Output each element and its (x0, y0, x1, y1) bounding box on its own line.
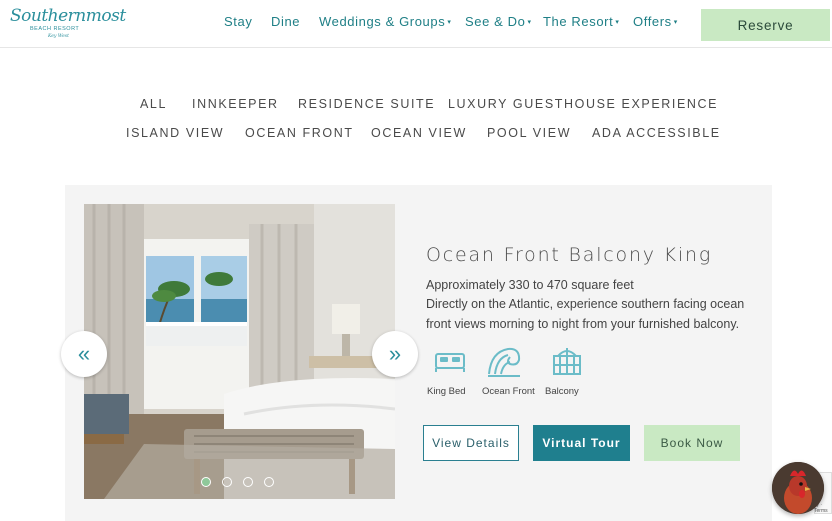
room-description-line-1: Directly on the Atlantic, experience sou… (426, 297, 745, 311)
logo-subtitle: BEACH RESORT (30, 26, 80, 32)
nav-stay-label: Stay (224, 14, 253, 29)
nav-offers-label: Offers (633, 14, 672, 29)
room-photo-illustration (84, 204, 395, 499)
carousel-dot-2[interactable] (222, 477, 232, 487)
nav-dine-label: Dine (271, 14, 301, 29)
carousel-dot-4[interactable] (264, 477, 274, 487)
carousel-next-button[interactable]: » (372, 331, 418, 377)
resort-logo[interactable]: Southernmost BEACH RESORT Key West (10, 6, 126, 42)
nav-stay[interactable]: Stay (224, 14, 252, 29)
carousel-dot-3[interactable] (243, 477, 253, 487)
logo-wordmark: Southernmost (10, 6, 126, 26)
nav-the-resort[interactable]: The Resort ▾ (543, 14, 619, 29)
logo-location: Key West (48, 34, 69, 39)
view-details-button[interactable]: View Details (423, 425, 519, 461)
reserve-button[interactable]: Reserve (701, 9, 830, 41)
filter-all[interactable]: ALL (140, 97, 167, 111)
chevron-down-icon: ▾ (673, 19, 678, 26)
chevron-down-icon: ▾ (527, 19, 532, 26)
filter-pool-view[interactable]: POOL VIEW (487, 126, 571, 140)
nav-see-do-label: See & Do (465, 14, 526, 29)
room-description-line-2: front views morning to night from your f… (426, 317, 740, 331)
filter-island-view[interactable]: ISLAND VIEW (126, 126, 224, 140)
room-photo[interactable] (84, 204, 395, 499)
room-size: Approximately 330 to 470 square feet (426, 278, 634, 292)
nav-weddings-groups[interactable]: Weddings & Groups ▾ (319, 14, 451, 29)
filter-ocean-front[interactable]: OCEAN FRONT (245, 126, 354, 140)
filter-ada-accessible[interactable]: ADA ACCESSIBLE (592, 126, 721, 140)
chevron-down-icon: ▾ (447, 19, 452, 26)
carousel-dot-1[interactable] (201, 477, 211, 487)
chevron-down-icon: ▾ (615, 19, 620, 26)
bed-icon (435, 353, 465, 372)
carousel-prev-button[interactable]: « (61, 331, 107, 377)
rooster-icon (772, 462, 824, 514)
virtual-tour-button[interactable]: Virtual Tour (533, 425, 630, 461)
filter-innkeeper[interactable]: INNKEEPER (192, 97, 279, 111)
amenity-label-king-bed: King Bed (427, 386, 466, 397)
site-header: Southernmost BEACH RESORT Key West Stay … (0, 0, 832, 48)
amenity-label-ocean-front: Ocean Front (482, 386, 535, 397)
filter-luxury-guesthouse[interactable]: LUXURY GUESTHOUSE EXPERIENCE (448, 97, 718, 111)
nav-see-do[interactable]: See & Do ▾ (465, 14, 532, 29)
nav-dine[interactable]: Dine (271, 14, 300, 29)
filter-residence-suite[interactable]: RESIDENCE SUITE (298, 97, 435, 111)
nav-weddings-label: Weddings & Groups (319, 14, 446, 29)
amenity-label-balcony: Balcony (545, 386, 579, 397)
nav-resort-label: The Resort (543, 14, 614, 29)
nav-offers[interactable]: Offers ▾ (633, 14, 678, 29)
wave-icon (488, 347, 521, 377)
balcony-icon (553, 348, 581, 375)
room-title: Ocean Front Balcony King (426, 244, 713, 266)
filter-ocean-view[interactable]: OCEAN VIEW (371, 126, 467, 140)
book-now-button[interactable]: Book Now (644, 425, 740, 461)
chat-avatar-button[interactable] (772, 462, 824, 514)
